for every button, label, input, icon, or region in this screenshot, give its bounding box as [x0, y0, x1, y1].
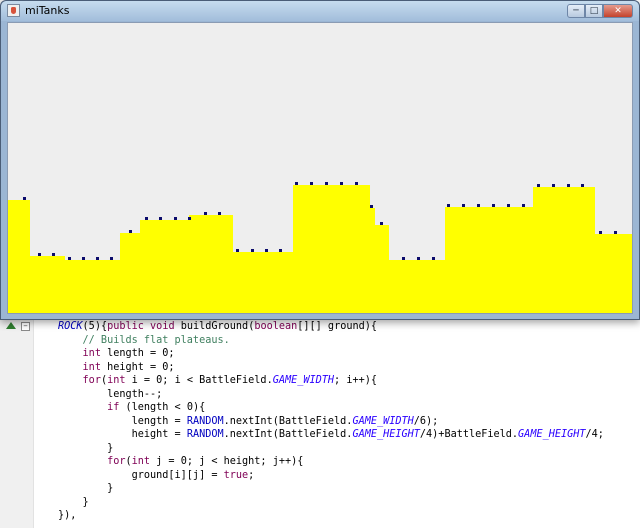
terrain-marker [507, 204, 510, 207]
terrain-marker [310, 182, 313, 185]
terrain-marker [23, 197, 26, 200]
terrain-marker [265, 249, 268, 252]
code-line: } [58, 483, 114, 494]
terrain-marker [340, 182, 343, 185]
mitanks-window: miTanks ─ □ ✕ [0, 0, 640, 320]
window-title: miTanks [25, 4, 70, 17]
terrain-marker [251, 249, 254, 252]
code-line: if (length < 0){ [107, 402, 206, 413]
terrain-marker [129, 230, 132, 233]
code-line: length--; [58, 388, 163, 400]
terrain-marker [477, 204, 480, 207]
title-bar[interactable]: miTanks ─ □ ✕ [1, 1, 639, 21]
code-line: ground[i][j] = true; [58, 469, 255, 481]
maximize-button[interactable]: □ [585, 4, 603, 18]
java-app-icon[interactable] [7, 4, 20, 17]
terrain-marker [614, 231, 617, 234]
terrain-marker [159, 217, 162, 220]
code-text[interactable]: ROCK(5){public void buildGround(boolean[… [58, 320, 604, 523]
terrain-marker [380, 222, 383, 225]
terrain-marker [38, 253, 41, 256]
terrain-marker [82, 257, 85, 260]
terrain-marker [432, 257, 435, 260]
code-line: length = RANDOM.nextInt(BattleField.GAME… [58, 415, 439, 427]
code-line: int length = 0; [82, 348, 175, 359]
code-line: int height = 0; [82, 361, 175, 373]
terrain-marker [295, 182, 298, 185]
terrain-marker [447, 204, 450, 207]
code-line: } [58, 442, 114, 454]
code-line: for(int i = 0; i < BattleField.GAME_WIDT… [82, 375, 377, 386]
terrain-marker [402, 257, 405, 260]
terrain-marker [492, 204, 495, 207]
terrain-marker [370, 205, 373, 208]
terrain-marker [174, 217, 177, 220]
terrain-marker [537, 184, 540, 187]
terrain-marker [581, 184, 584, 187]
collapse-icon[interactable]: − [21, 322, 30, 331]
override-marker-icon [6, 322, 16, 329]
code-line: for(int j = 0; j < height; j++){ [107, 456, 304, 467]
code-line: // Builds flat plateaus. [58, 334, 230, 346]
terrain-marker [145, 217, 148, 220]
terrain-marker [522, 204, 525, 207]
code-line: height = RANDOM.nextInt(BattleField.GAME… [58, 429, 604, 440]
terrain-marker [68, 257, 71, 260]
terrain-marker [567, 184, 570, 187]
terrain-marker [355, 182, 358, 185]
terrain-marker [417, 257, 420, 260]
terrain-marker [599, 231, 602, 234]
terrain-marker [236, 249, 239, 252]
terrain-marker [52, 253, 55, 256]
terrain-marker [279, 249, 282, 252]
terrain-marker [188, 217, 191, 220]
terrain-marker [204, 212, 207, 215]
minimize-button[interactable]: ─ [567, 4, 585, 18]
terrain-marker [96, 257, 99, 260]
code-line: }), [58, 510, 77, 521]
terrain-marker [462, 204, 465, 207]
close-button[interactable]: ✕ [603, 4, 633, 18]
terrain-marker [325, 182, 328, 185]
terrain-marker [552, 184, 555, 187]
terrain-marker [110, 257, 113, 260]
code-line: ROCK(5){public void buildGround(boolean[… [58, 321, 377, 332]
code-line: } [58, 496, 89, 508]
terrain-svg [8, 23, 632, 313]
terrain-marker [218, 212, 221, 215]
battlefield-canvas[interactable] [7, 22, 633, 314]
